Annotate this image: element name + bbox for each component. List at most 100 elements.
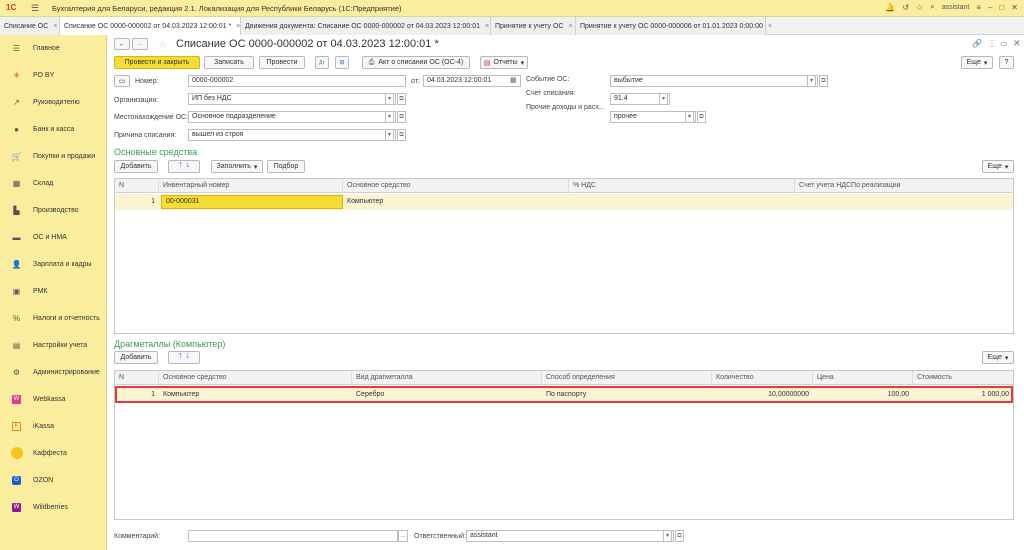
org-field[interactable]: ИП без НДС (188, 93, 396, 105)
arrow-up-icon[interactable]: 🡑 (178, 352, 182, 363)
bell-icon[interactable]: 🔔 (885, 3, 895, 12)
arrow-down-icon[interactable]: 🡓 (186, 352, 190, 363)
menu-dots-icon[interactable]: ⋮ (988, 39, 996, 48)
sidebar-item-admin[interactable]: ⚙ Администрирование (0, 364, 107, 380)
settings-icon[interactable]: ≡ (976, 3, 981, 12)
reason-field[interactable]: вышел из строя (188, 129, 396, 141)
sidebar-item-kaffesta[interactable]: Каффеста (0, 445, 107, 461)
number-edit-icon[interactable]: ▭ (114, 75, 130, 87)
comment-expand-icon[interactable]: … (398, 530, 408, 542)
minimize-icon[interactable]: – (988, 3, 992, 12)
search-icon[interactable]: ⌕ (930, 2, 934, 12)
metals-add-button[interactable]: Добавить (114, 351, 158, 364)
star-icon[interactable]: ☆ (916, 3, 923, 12)
sidebar-item-manager[interactable]: ↗ Руководителю (0, 94, 107, 110)
help-button[interactable]: ? (999, 56, 1014, 69)
window-restore-icon[interactable]: ▭ (1000, 39, 1008, 48)
tab-close-icon[interactable]: × (768, 23, 772, 30)
form-close-icon[interactable]: ✕ (1013, 38, 1021, 49)
post-and-close-button[interactable]: Провести и закрыть (114, 56, 200, 69)
column-header[interactable]: N (115, 179, 159, 193)
tab-close-icon[interactable]: × (485, 23, 489, 30)
back-button[interactable]: ← (114, 38, 130, 50)
main-menu-icon[interactable]: ☰ (30, 3, 40, 14)
sidebar-item-production[interactable]: ▙ Производство (0, 202, 107, 218)
reason-open-icon[interactable]: ⧉ (397, 129, 406, 141)
responsible-field[interactable]: assistant (466, 530, 674, 542)
column-header[interactable]: Инвентарный номер (159, 179, 343, 193)
column-header[interactable]: Способ определения (542, 371, 712, 385)
sidebar-item-main[interactable]: ☰ Главное (0, 40, 107, 56)
other-income-field[interactable]: прочее (610, 111, 696, 123)
column-header[interactable]: Основное средство (159, 371, 352, 385)
user-name[interactable]: assistant (942, 4, 970, 11)
vat-account-cell[interactable] (795, 194, 1013, 210)
cost-cell[interactable]: 1 000,00 (913, 388, 1013, 401)
maximize-icon[interactable]: □ (999, 3, 1004, 12)
sidebar-item-wildberries[interactable]: W Wildberries (0, 499, 107, 515)
event-field[interactable]: выбытие (610, 75, 818, 87)
table-row[interactable]: 1 Компьютер Серебро По паспорту 10,00000… (115, 386, 1013, 403)
sidebar-item-fixed-assets[interactable]: ▬ ОС и НМА (0, 229, 107, 245)
column-header[interactable]: Основное средство (343, 179, 569, 193)
assets-more-button[interactable]: Еще ▾ (982, 160, 1014, 173)
tab-acceptance-doc[interactable]: Принятие к учету ОС 0000-000006 от 01.01… (576, 17, 772, 35)
asset-cell[interactable]: Компьютер (159, 388, 352, 401)
metals-move-buttons[interactable]: 🡑 🡓 (168, 351, 200, 364)
date-field[interactable]: 04.03.2023 12:00:01 (423, 75, 521, 87)
column-header[interactable]: N (115, 371, 159, 385)
close-icon[interactable]: ✕ (1011, 3, 1018, 12)
sidebar-item-settings[interactable]: ▤ Настройки учета (0, 337, 107, 353)
org-open-icon[interactable]: ⧉ (397, 93, 406, 105)
assets-move-buttons[interactable]: 🡑 🡓 (168, 160, 200, 173)
vat-cell[interactable] (569, 194, 795, 210)
price-cell[interactable]: 100,00 (813, 388, 913, 401)
method-cell[interactable]: По паспорту (542, 388, 712, 401)
act-os4-button[interactable]: ⎙ Акт о списании ОС (ОС-4) (362, 56, 470, 69)
forward-button[interactable]: → (132, 38, 148, 50)
sidebar-item-sales[interactable]: 🛒 Покупки и продажи (0, 148, 107, 164)
number-field[interactable]: 0000-000002 (188, 75, 406, 87)
column-header[interactable]: Цена (813, 371, 913, 385)
tab-writeoff-list[interactable]: Списание ОС × (0, 17, 60, 35)
event-dropdown-icon[interactable]: ▾ (807, 75, 816, 87)
tab-close-icon[interactable]: × (569, 23, 573, 30)
calendar-icon[interactable]: ▦ (510, 76, 517, 84)
tab-movements[interactable]: Движения документа: Списание ОС 0000-000… (241, 17, 491, 35)
comment-field[interactable] (188, 530, 398, 542)
sidebar-item-bank[interactable]: ● Банк и касса (0, 121, 107, 137)
assets-fill-button[interactable]: Заполнить ▾ (211, 160, 263, 173)
asset-cell[interactable]: Компьютер (343, 194, 569, 210)
reports-button[interactable]: ▤ Отчеты ▾ (480, 56, 528, 69)
column-header[interactable]: Счет учета НДСПо реализации (795, 179, 1013, 193)
arrow-up-icon[interactable]: 🡑 (178, 161, 182, 172)
assets-select-button[interactable]: Подбор (267, 160, 305, 173)
table-row[interactable]: 1 00-000031 Компьютер (115, 194, 1013, 210)
tab-writeoff-doc[interactable]: Списание ОС 0000-000002 от 04.03.2023 12… (60, 17, 241, 35)
arrow-down-icon[interactable]: 🡓 (186, 161, 190, 172)
assets-add-button[interactable]: Добавить (114, 160, 158, 173)
other-income-open-icon[interactable]: ⧉ (697, 111, 706, 123)
location-dropdown-icon[interactable]: ▾ (385, 111, 394, 123)
tab-close-icon[interactable]: × (53, 23, 57, 30)
location-field[interactable]: Основное подразделение (188, 111, 396, 123)
org-dropdown-icon[interactable]: ▾ (385, 93, 394, 105)
account-dropdown-icon[interactable]: ▾ (659, 93, 668, 105)
favorite-star-icon[interactable]: ☆ (158, 38, 168, 51)
sidebar-item-rmk[interactable]: ▣ РМК (0, 283, 107, 299)
sidebar-item-webkassa[interactable]: W Webkassa (0, 391, 107, 407)
dt-kt-icon[interactable]: Дт (315, 56, 329, 69)
sidebar-item-ozon[interactable]: O OZON (0, 472, 107, 488)
reason-dropdown-icon[interactable]: ▾ (385, 129, 394, 141)
quantity-cell[interactable]: 10,00000000 (712, 388, 813, 401)
inventory-number-cell[interactable]: 00-000031 (161, 195, 343, 209)
metals-more-button[interactable]: Еще ▾ (982, 351, 1014, 364)
tab-close-icon[interactable]: × (236, 23, 240, 30)
post-button[interactable]: Провести (259, 56, 305, 69)
sidebar-item-warehouse[interactable]: ▦ Склад (0, 175, 107, 191)
column-header[interactable]: % НДС (569, 179, 795, 193)
column-header[interactable]: Стоимость (913, 371, 1013, 385)
event-open-icon[interactable]: ⧉ (819, 75, 828, 87)
link-icon[interactable]: 🔗 (972, 39, 982, 48)
location-open-icon[interactable]: ⧉ (397, 111, 406, 123)
